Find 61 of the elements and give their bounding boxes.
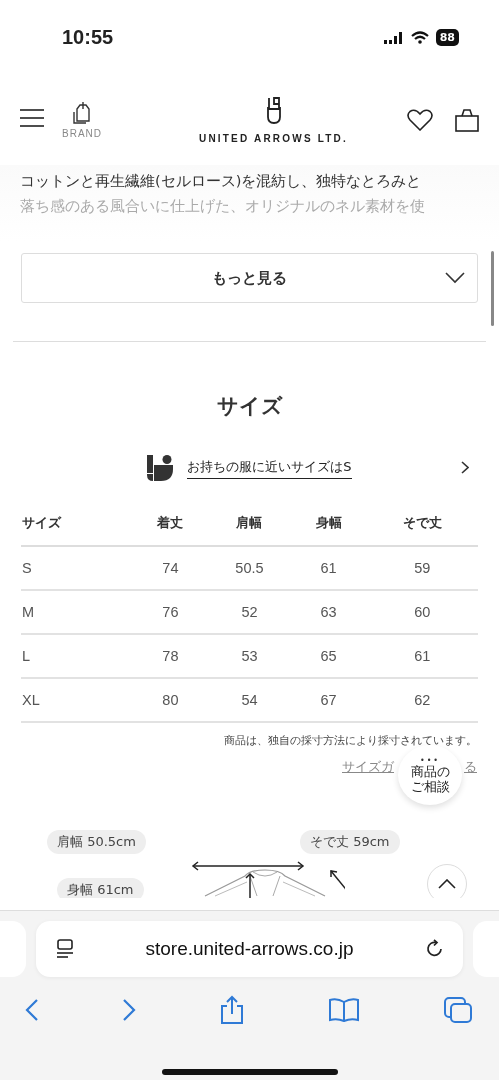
consult-button[interactable]: ••• 商品の ご相談 bbox=[398, 745, 462, 805]
table-cell: L bbox=[21, 634, 133, 678]
column-header: 肩幅 bbox=[208, 501, 291, 546]
bookmarks-icon[interactable] bbox=[328, 997, 360, 1023]
logo-icon[interactable] bbox=[264, 96, 283, 125]
table-cell: M bbox=[21, 590, 133, 634]
heart-icon[interactable] bbox=[407, 109, 433, 131]
share-icon[interactable] bbox=[219, 995, 245, 1025]
table-cell: 63 bbox=[290, 590, 367, 634]
description-text: コットンと再生繊維(セルロース)を混紡し、独特なとろみと bbox=[20, 172, 423, 191]
column-header: サイズ bbox=[21, 501, 133, 546]
section-title: サイズ bbox=[215, 393, 284, 420]
table-cell: 61 bbox=[290, 546, 367, 590]
reload-icon[interactable] bbox=[425, 939, 445, 959]
scroll-top-button[interactable] bbox=[427, 864, 467, 898]
table-cell: 53 bbox=[208, 634, 291, 678]
column-header: 身幅 bbox=[290, 501, 367, 546]
url-text: store.united-arrows.co.jp bbox=[145, 938, 354, 960]
table-cell: 59 bbox=[366, 546, 478, 590]
table-cell: 65 bbox=[290, 634, 367, 678]
table-cell: 50.5 bbox=[208, 546, 291, 590]
tag-icon[interactable] bbox=[71, 99, 93, 124]
menu-icon[interactable] bbox=[20, 107, 44, 128]
measurement-label: 肩幅 50.5cm bbox=[47, 830, 146, 854]
table-cell: 54 bbox=[208, 678, 291, 722]
description-text: 落ち感のある風合いに仕上げた、オリジナルのネル素材を使 bbox=[20, 197, 426, 216]
table-cell: 62 bbox=[366, 678, 478, 722]
column-header: そで丈 bbox=[366, 501, 478, 546]
table-cell: 52 bbox=[208, 590, 291, 634]
measurement-label: 身幅 61cm bbox=[57, 878, 144, 898]
size-guide-link[interactable]: る bbox=[464, 758, 477, 776]
table-cell: S bbox=[21, 546, 133, 590]
more-button[interactable]: もっと見る bbox=[21, 253, 478, 303]
wifi-icon bbox=[410, 31, 429, 44]
status-time: 10:55 bbox=[62, 26, 114, 49]
table-cell: 76 bbox=[132, 590, 209, 634]
address-bar[interactable]: store.united-arrows.co.jp bbox=[36, 921, 463, 977]
brand-label[interactable]: BRAND bbox=[62, 127, 102, 139]
column-header: 着丈 bbox=[132, 501, 209, 546]
table-cell: 61 bbox=[366, 634, 478, 678]
table-cell: 80 bbox=[132, 678, 209, 722]
table-cell: 78 bbox=[132, 634, 209, 678]
shopping-bag-icon[interactable] bbox=[455, 108, 479, 132]
table-cell: 74 bbox=[132, 546, 209, 590]
chevron-down-icon bbox=[445, 272, 465, 284]
table-cell: XL bbox=[21, 678, 133, 722]
page-menu-icon[interactable] bbox=[56, 939, 74, 959]
size-fit-link[interactable]: お持ちの服に近いサイズはS bbox=[187, 457, 352, 479]
measurement-note: 商品は、独自の採寸方法により採寸されています。 bbox=[223, 733, 478, 748]
back-icon[interactable] bbox=[25, 998, 39, 1022]
cellular-signal-icon bbox=[383, 31, 404, 44]
chevron-right-icon[interactable] bbox=[461, 461, 469, 474]
fit-logo-icon bbox=[147, 455, 174, 481]
chevron-up-icon bbox=[438, 879, 456, 889]
battery-indicator: 88 bbox=[435, 29, 459, 46]
tabs-icon[interactable] bbox=[443, 996, 473, 1024]
logo-text[interactable]: UNITED ARROWS LTD. bbox=[198, 132, 348, 144]
table-cell: 67 bbox=[290, 678, 367, 722]
measurement-label: そで丈 59cm bbox=[300, 830, 400, 854]
table-cell: 60 bbox=[366, 590, 478, 634]
forward-icon[interactable] bbox=[122, 998, 136, 1022]
